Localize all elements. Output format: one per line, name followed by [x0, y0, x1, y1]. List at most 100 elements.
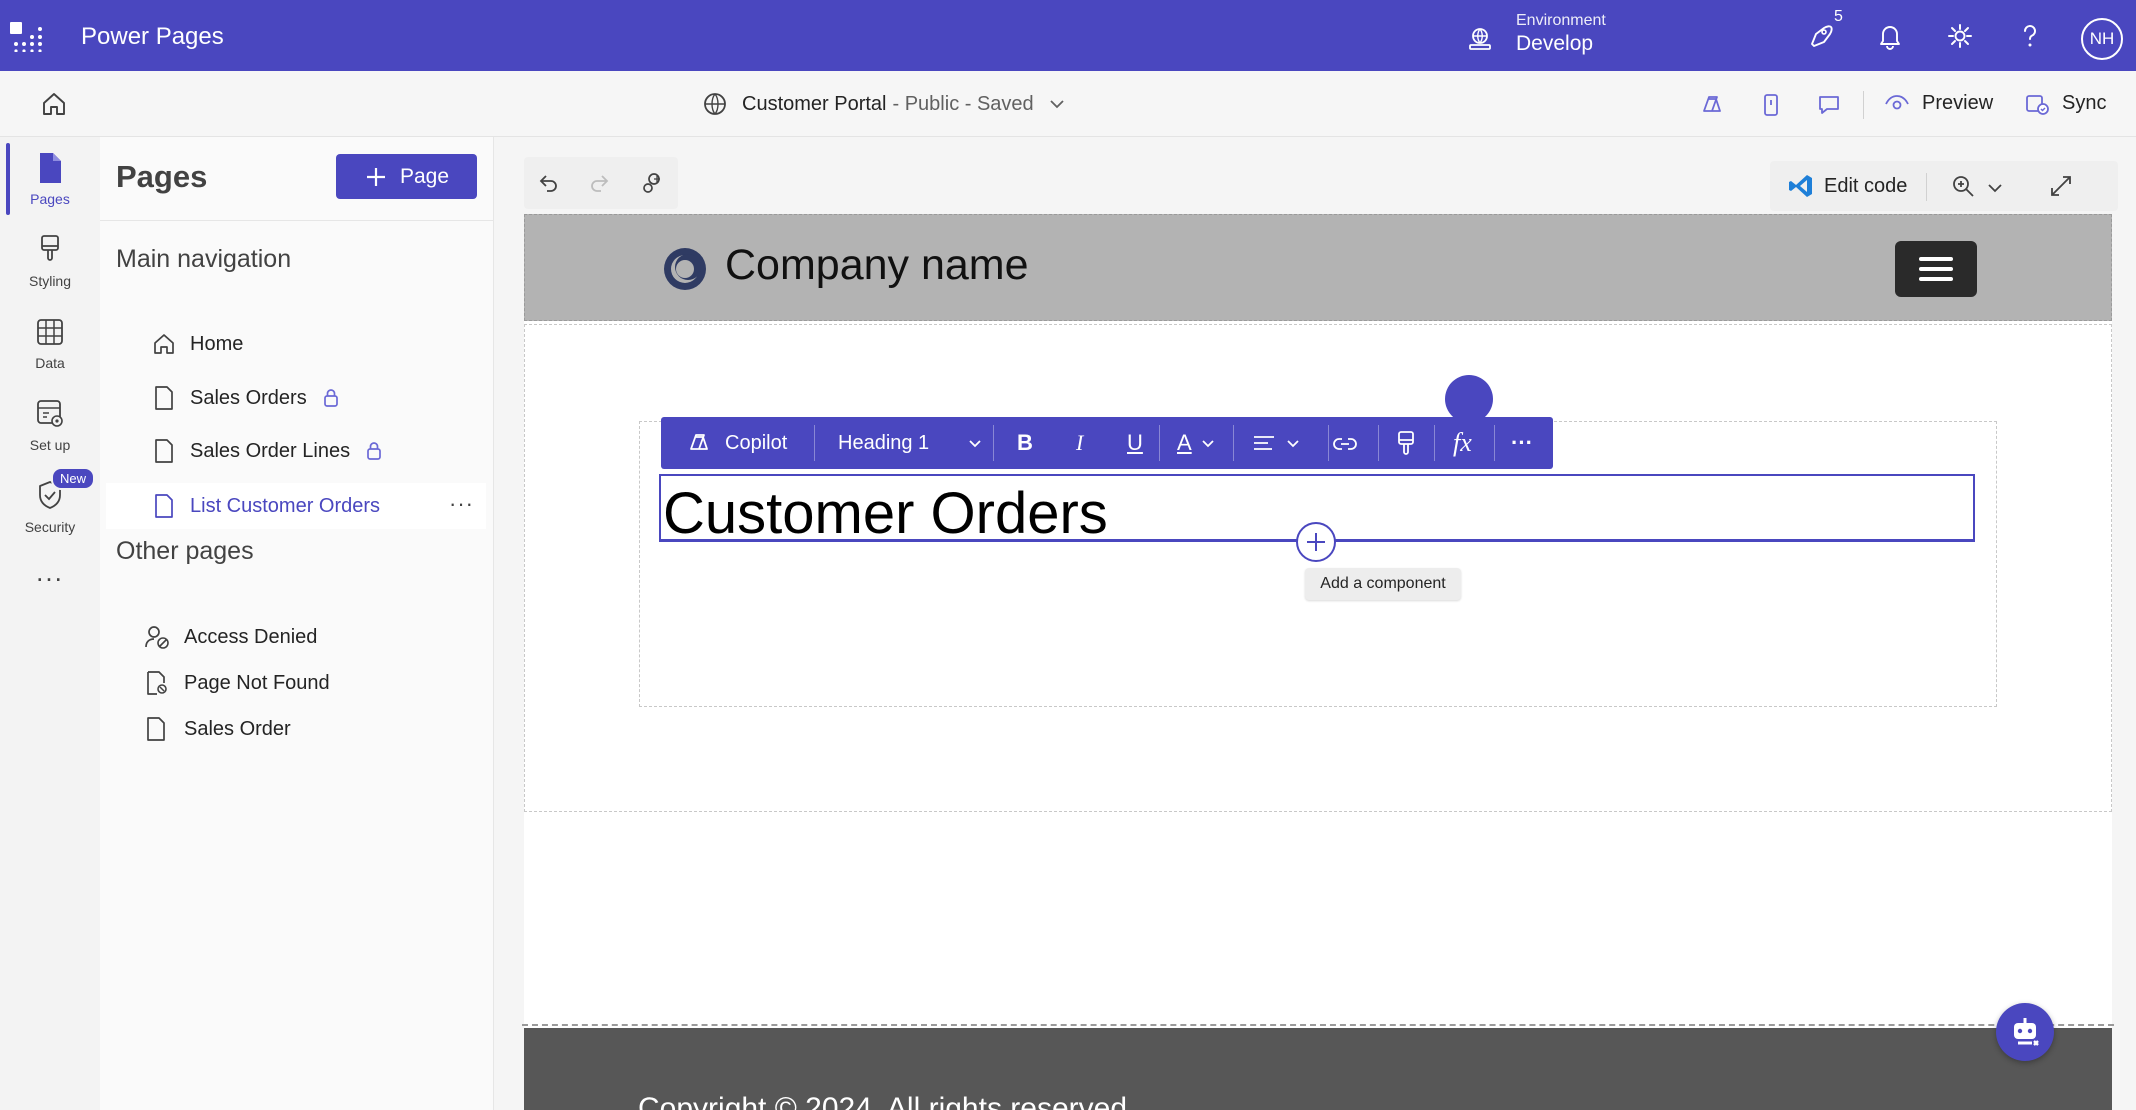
app-launcher-icon[interactable] [10, 22, 46, 52]
chevron-down-icon[interactable] [1986, 179, 2004, 197]
divider [1159, 425, 1160, 461]
align-left-icon [1254, 436, 1274, 450]
environment-label[interactable]: Environment [1516, 12, 1606, 30]
site-status: - Public - Saved [892, 92, 1034, 115]
bot-icon [2014, 1018, 2039, 1046]
page-item-label: Page Not Found [184, 671, 330, 694]
table-icon [37, 319, 63, 345]
rail-more-button[interactable]: ... [0, 557, 100, 588]
edit-code-button[interactable]: Edit code [1788, 173, 1907, 199]
chevron-down-icon [1050, 100, 1064, 109]
footer-boundary [522, 1024, 2114, 1026]
rail-item-security[interactable]: Security New [0, 467, 100, 535]
preview-button[interactable]: Preview [1884, 90, 1993, 116]
expand-icon[interactable] [2048, 173, 2074, 199]
canvas-toolbar [524, 157, 678, 209]
page-item-list-customer-orders[interactable]: List Customer Orders ··· [106, 483, 486, 529]
page-item-label: Sales Order Lines [190, 439, 351, 462]
rocket-notifications-icon[interactable] [1804, 20, 1836, 52]
rail-item-data[interactable]: Data [0, 315, 100, 371]
device-preview-icon[interactable] [1757, 91, 1785, 119]
divider [100, 220, 494, 221]
pages-panel-title: Pages [116, 159, 208, 194]
rail-item-setup[interactable]: Set up [0, 397, 100, 453]
divider [1434, 425, 1435, 461]
sync-button[interactable]: Sync [2024, 90, 2106, 116]
divider [993, 425, 994, 461]
page-search-icon [147, 671, 167, 695]
bell-icon[interactable] [1874, 20, 1906, 52]
vscode-icon [1789, 175, 1812, 197]
align-button[interactable] [1251, 417, 1301, 469]
divider [814, 425, 815, 461]
plus-icon [366, 167, 385, 186]
copilot-chat-button[interactable] [1996, 1003, 2054, 1061]
gear-icon[interactable] [1944, 20, 1976, 52]
chevron-down-icon [1202, 440, 1214, 448]
home-icon[interactable] [40, 90, 68, 118]
divider [1378, 425, 1379, 461]
page-item-sales-order-lines[interactable]: Sales Order Lines [106, 428, 486, 474]
page-item-sales-orders[interactable]: Sales Orders [106, 375, 486, 421]
font-color-label: A [1177, 430, 1192, 455]
page-item-label: Sales Order [184, 717, 291, 740]
more-options-button[interactable]: ··· [1511, 417, 1533, 469]
page-heading[interactable]: Customer Orders [663, 480, 1108, 547]
formula-button[interactable]: fx [1453, 417, 1472, 469]
sync-icon [2026, 95, 2049, 115]
left-rail: Pages Styling Data Set up Security New .… [0, 137, 100, 1110]
rail-item-pages[interactable]: Pages [0, 143, 100, 215]
site-header[interactable]: Company name [524, 214, 2112, 321]
copilot-button[interactable]: Copilot [685, 417, 787, 469]
site-footer[interactable]: Copyright © 2024. All rights reserved. [524, 1028, 2112, 1110]
page-item-page-not-found[interactable]: Page Not Found [106, 660, 486, 706]
zoom-icon[interactable] [1950, 173, 1976, 199]
rail-item-styling[interactable]: Styling [0, 233, 100, 289]
company-logo-icon [664, 248, 706, 290]
help-icon[interactable] [2014, 20, 2046, 52]
company-name: Company name [725, 241, 1029, 289]
text-style-dropdown[interactable]: Heading 1 [838, 417, 983, 469]
brush-icon[interactable] [1392, 429, 1420, 457]
bold-button[interactable]: B [1017, 417, 1033, 469]
drag-handle[interactable] [1445, 375, 1493, 423]
site-selector[interactable]: Customer Portal - Public - Saved [702, 91, 1066, 117]
lock-icon [323, 389, 338, 407]
plus-icon [1307, 533, 1325, 551]
hamburger-menu-button[interactable] [1895, 241, 1977, 297]
new-badge: New [51, 467, 96, 490]
rich-text-toolbar: Copilot Heading 1 B I U A fx ··· [661, 417, 1553, 469]
chevron-down-icon [1287, 440, 1299, 448]
add-page-button[interactable]: Page [336, 154, 477, 199]
underline-button[interactable]: U [1127, 417, 1143, 469]
page-more-button[interactable]: ··· [449, 491, 474, 517]
text-style-value: Heading 1 [838, 431, 930, 454]
environment-value[interactable]: Develop [1516, 32, 1593, 56]
pages-panel: Pages Page Main navigation Home Sales Or… [100, 137, 494, 1110]
page-item-access-denied[interactable]: Access Denied [106, 614, 486, 660]
add-component-button[interactable] [1296, 522, 1336, 562]
link-icon[interactable] [1331, 430, 1359, 458]
pages-icon [40, 153, 61, 183]
user-avatar[interactable]: NH [2081, 18, 2123, 60]
divider [1863, 91, 1864, 119]
sync-label: Sync [2062, 91, 2107, 114]
font-color-button[interactable]: A [1177, 417, 1216, 469]
divider [1494, 425, 1495, 461]
comment-icon[interactable] [1815, 91, 1843, 119]
italic-button[interactable]: I [1076, 417, 1083, 469]
notification-count: 5 [1834, 8, 1843, 25]
main-navigation-heading: Main navigation [116, 245, 292, 273]
other-pages-heading: Other pages [116, 537, 254, 565]
copilot-icon [690, 434, 708, 450]
page-item-sales-order[interactable]: Sales Order [106, 706, 486, 752]
redo-icon[interactable] [588, 171, 612, 195]
person-lock-icon [145, 626, 169, 649]
lock-icon [367, 442, 381, 460]
undo-icon[interactable] [536, 171, 560, 195]
copilot-icon[interactable] [1698, 91, 1726, 119]
page-item-home[interactable]: Home [106, 321, 486, 367]
page-icon [155, 439, 173, 463]
components-icon[interactable] [640, 171, 664, 195]
edit-code-label: Edit code [1824, 174, 1908, 197]
